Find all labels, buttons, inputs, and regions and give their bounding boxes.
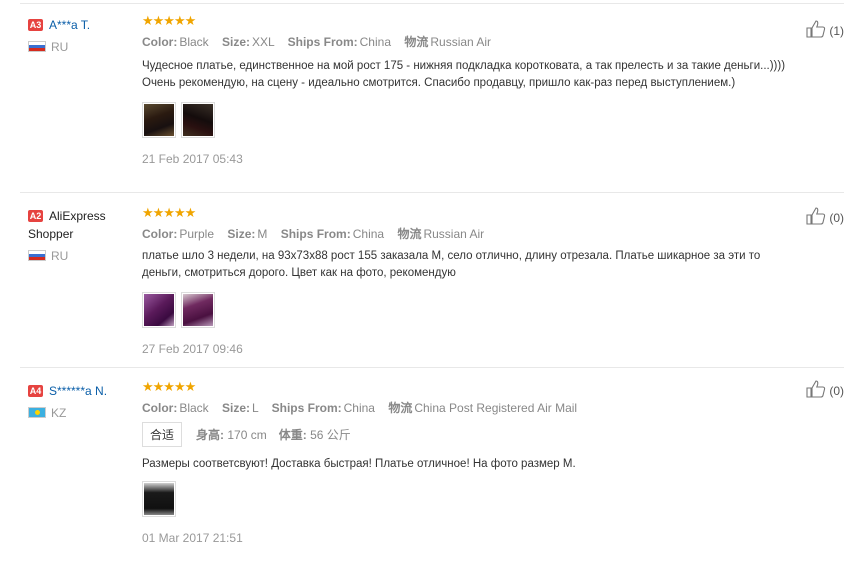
fit-info: 合适 身高: 170 cm 体重: 56 公斤 [142,422,702,447]
thumbs-up-icon [806,380,826,398]
thumbs-up-icon [806,20,826,38]
review-photo-thumbnail[interactable] [181,102,215,138]
level-badge: A2 [28,210,43,222]
star-rating: ★★★★★ [142,205,196,220]
review-date: 21 Feb 2017 05:43 [142,152,243,166]
review-item: A4 S******a N. KZ ★★★★★ Color: Black Size:… [20,368,844,568]
review-photos [142,102,702,142]
attr-value: China Post Registered Air Mail [414,401,578,415]
attr-value: L [252,401,259,415]
fit-tag: 合适 [142,422,183,447]
helpful-button[interactable]: (0) [806,380,844,398]
attr-label: Ships From: [280,227,351,241]
order-attributes: Color: Black Size: XXL Ships From: China 物流… [142,33,702,50]
attr-value: Purple [179,227,215,241]
review-photos [142,481,702,521]
attr-value: Russian Air [423,227,485,241]
height-value: 170 cm [227,428,267,442]
attr-value: XXL [252,35,275,49]
helpful-count: (1) [829,24,844,38]
attr-value: China [352,227,385,241]
attr-value: China [359,35,391,49]
review-content: ★★★★★ Color: Purple Size: M Ships From: Chi… [142,205,760,356]
attr-label: Size: [222,35,251,49]
attr-label: Color: [142,401,178,415]
helpful-button[interactable]: (0) [806,207,844,225]
flag-russia-icon [28,250,46,261]
weight-label: 体重: [278,428,307,442]
attr-label: 物流 [388,401,413,415]
reviewer-country: RU [28,249,138,263]
review-text: Чудесное платье, единственное на мой рос… [142,60,786,89]
attr-value: Russian Air [430,35,492,49]
attr-label: Color: [142,35,178,49]
attr-value: Black [179,401,209,415]
reviewer-info: A3 A***a T. RU [28,16,138,54]
review-text: Размеры соответсвуют! Доставка быстрая! … [142,458,576,470]
reviewer-name[interactable]: S******a N. [49,384,107,398]
attr-value: China [343,401,375,415]
review-photo-thumbnail[interactable] [142,102,176,138]
star-rating: ★★★★★ [142,379,196,394]
top-divider [20,3,844,4]
attr-value: M [257,227,268,241]
review-photo-thumbnail[interactable] [142,292,176,328]
reviewer-info: A4 S******a N. KZ [28,382,138,420]
review-date: 01 Mar 2017 21:51 [142,531,243,545]
helpful-button[interactable]: (1) [806,20,844,38]
review-content: ★★★★★ Color: Black Size: XXL Ships From: Ch… [142,13,785,166]
attr-label: Color: [142,227,178,241]
attr-label: Size: [222,401,251,415]
reviewer-name[interactable]: A***a T. [49,18,90,32]
helpful-count: (0) [829,211,844,225]
reviewer-country: RU [28,40,138,54]
review-item: A2 AliExpress Shopper RU ★★★★★ Color: Purp… [20,193,844,368]
country-code: RU [51,249,69,263]
reviewer-country: KZ [28,406,138,420]
level-badge: A3 [28,19,43,31]
review-photo-thumbnail[interactable] [142,481,176,517]
attr-label: Ships From: [271,401,342,415]
review-item: A3 A***a T. RU ★★★★★ Color: Black Size: XXL… [20,10,844,193]
star-rating: ★★★★★ [142,13,196,28]
attr-label: Ships From: [287,35,358,49]
review-content: ★★★★★ Color: Black Size: L Ships From: Chin… [142,380,702,545]
attr-label: 物流 [397,227,422,241]
weight-value: 56 公斤 [310,428,351,442]
flag-kazakhstan-icon [28,407,46,418]
height-label: 身高: [196,428,225,442]
flag-russia-icon [28,41,46,52]
thumbs-up-icon [806,207,826,225]
review-photo-thumbnail[interactable] [181,292,215,328]
attr-value: Black [179,35,209,49]
helpful-count: (0) [829,384,844,398]
attr-label: Size: [227,227,256,241]
country-code: RU [51,40,69,54]
review-text: платье шло 3 недели, на 93x73x88 рост 15… [142,250,761,279]
review-photos [142,292,702,332]
order-attributes: Color: Purple Size: M Ships From: China 物流 R… [142,225,702,242]
country-code: KZ [51,406,67,420]
review-date: 27 Feb 2017 09:46 [142,342,243,356]
order-attributes: Color: Black Size: L Ships From: China 物流 Ch… [142,399,702,416]
reviewer-info: A2 AliExpress Shopper RU [28,207,138,263]
attr-label: 物流 [404,35,429,49]
level-badge: A4 [28,385,43,397]
